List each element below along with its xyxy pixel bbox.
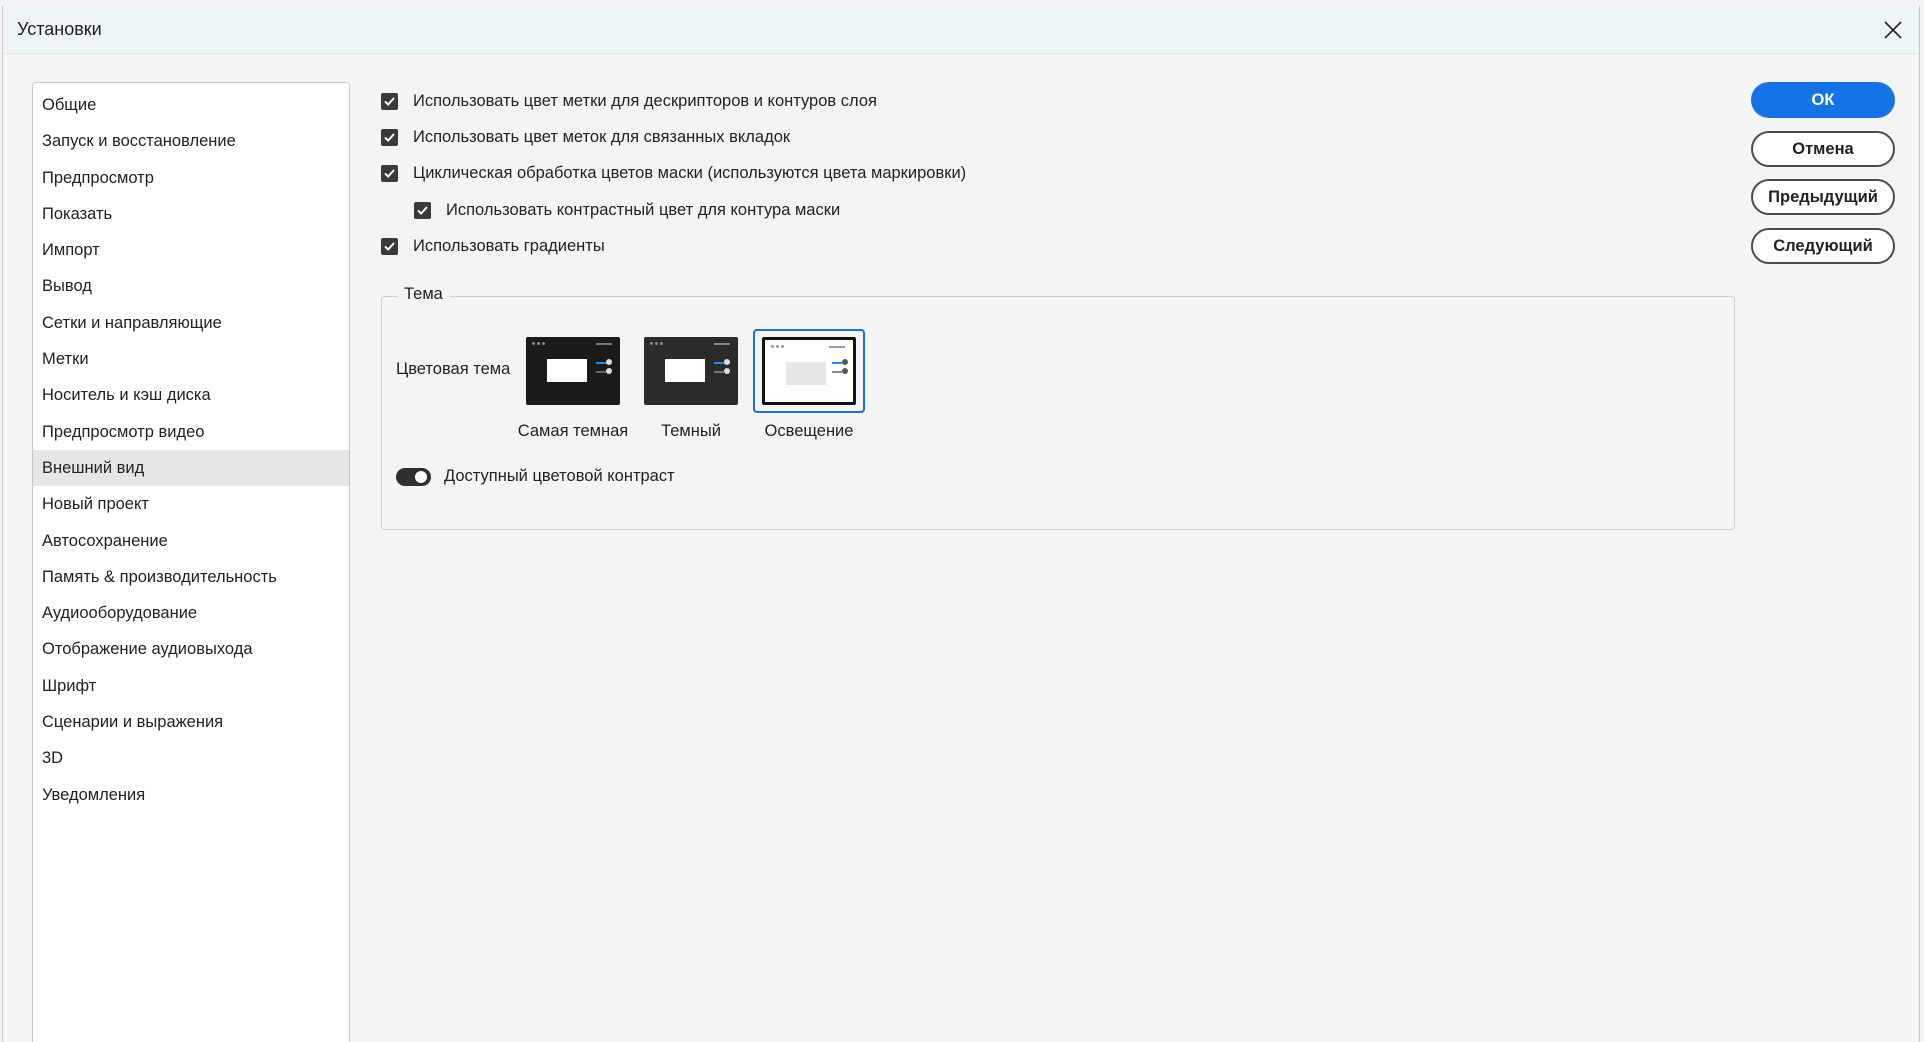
checkmark-icon (384, 96, 395, 106)
label-color-tabs-checkbox[interactable] (381, 128, 398, 146)
theme-light-label: Освещение (764, 422, 854, 440)
use-gradients-option[interactable]: Использовать градиенты (381, 234, 605, 258)
sidebar-item-previews[interactable]: Предпросмотр (33, 160, 349, 196)
cycle-mask-colors-option[interactable]: Циклическая обработка цветов маски (испо… (381, 161, 966, 185)
checkmark-icon (384, 168, 395, 178)
sidebar-item-media-cache[interactable]: Носитель и кэш диска (33, 377, 349, 413)
label-color-tabs-option[interactable]: Использовать цвет меток для связанных вк… (381, 125, 790, 149)
sidebar-item-scripting[interactable]: Сценарии и выражения (33, 704, 349, 740)
label-color-layer-label: Использовать цвет метки для дескрипторов… (413, 91, 877, 110)
color-theme-label: Цветовая тема (396, 360, 511, 378)
sidebar-item-display[interactable]: Показать (33, 196, 349, 232)
theme-dark-label: Темный (661, 422, 721, 440)
theme-group: Тема Цветовая тема Самая темная Темный О… (381, 285, 1735, 530)
use-gradients-checkbox[interactable] (381, 237, 398, 255)
window-title: Установки (17, 19, 102, 39)
close-icon (1884, 21, 1902, 39)
checkmark-icon (384, 132, 395, 142)
theme-light-swatch[interactable] (762, 337, 856, 405)
theme-darkest-label: Самая темная (517, 422, 629, 440)
contrast-mask-path-checkbox[interactable] (414, 201, 431, 219)
contrast-toggle[interactable] (396, 467, 431, 486)
sidebar-item-audio-output[interactable]: Отображение аудиовыхода (33, 631, 349, 667)
sidebar-item-grids[interactable]: Сетки и направляющие (33, 305, 349, 341)
contrast-toggle-row[interactable]: Доступный цветовой контраст (396, 467, 675, 486)
sidebar-item-appearance[interactable]: Внешний вид (33, 449, 349, 487)
sidebar-item-3d[interactable]: 3D (33, 740, 349, 776)
sidebar-item-startup[interactable]: Запуск и восстановление (33, 123, 349, 159)
checkmark-icon (384, 241, 395, 251)
contrast-toggle-label: Доступный цветовой контраст (444, 467, 675, 485)
theme-dark-swatch[interactable] (644, 337, 738, 405)
cycle-mask-colors-label: Циклическая обработка цветов маски (испо… (413, 163, 967, 182)
label-color-tabs-label: Использовать цвет меток для связанных вк… (413, 127, 791, 146)
cycle-mask-colors-checkbox[interactable] (381, 164, 398, 182)
theme-light-preview (762, 337, 856, 405)
sidebar-item-audio-hardware[interactable]: Аудиооборудование (33, 595, 349, 631)
sidebar-item-memory[interactable]: Память & производительность (33, 559, 349, 595)
sidebar-item-new-project[interactable]: Новый проект (33, 486, 349, 522)
title-bar: Установки (3, 6, 1919, 54)
theme-darkest-preview (526, 337, 620, 405)
sidebar-item-video-preview[interactable]: Предпросмотр видео (33, 414, 349, 450)
sidebar-item-autosave[interactable]: Автосохранение (33, 523, 349, 559)
sidebar-item-output[interactable]: Вывод (33, 268, 349, 304)
checkmark-icon (417, 205, 428, 215)
contrast-mask-path-option[interactable]: Использовать контрастный цвет для контур… (414, 198, 840, 222)
next-button[interactable]: Следующий (1751, 228, 1895, 264)
sidebar-item-font[interactable]: Шрифт (33, 668, 349, 704)
sidebar-item-labels[interactable]: Метки (33, 341, 349, 377)
previous-button[interactable]: Предыдущий (1751, 179, 1895, 215)
sidebar-item-general[interactable]: Общие (33, 87, 349, 123)
theme-dark-preview (644, 337, 738, 405)
use-gradients-label: Использовать градиенты (413, 236, 605, 255)
contrast-mask-path-label: Использовать контрастный цвет для контур… (446, 200, 841, 219)
theme-darkest-swatch[interactable] (526, 337, 620, 405)
label-color-layer-option[interactable]: Использовать цвет метки для дескрипторов… (381, 89, 877, 113)
close-button[interactable] (1871, 8, 1915, 52)
sidebar-item-import[interactable]: Импорт (33, 232, 349, 268)
theme-group-title: Тема (398, 285, 449, 304)
ok-button[interactable]: ОК (1751, 82, 1895, 118)
cancel-button[interactable]: Отмена (1751, 131, 1895, 167)
category-list: Общие Запуск и восстановление Предпросмо… (32, 82, 350, 1042)
sidebar-item-notifications[interactable]: Уведомления (33, 777, 349, 813)
label-color-layer-checkbox[interactable] (381, 92, 398, 110)
